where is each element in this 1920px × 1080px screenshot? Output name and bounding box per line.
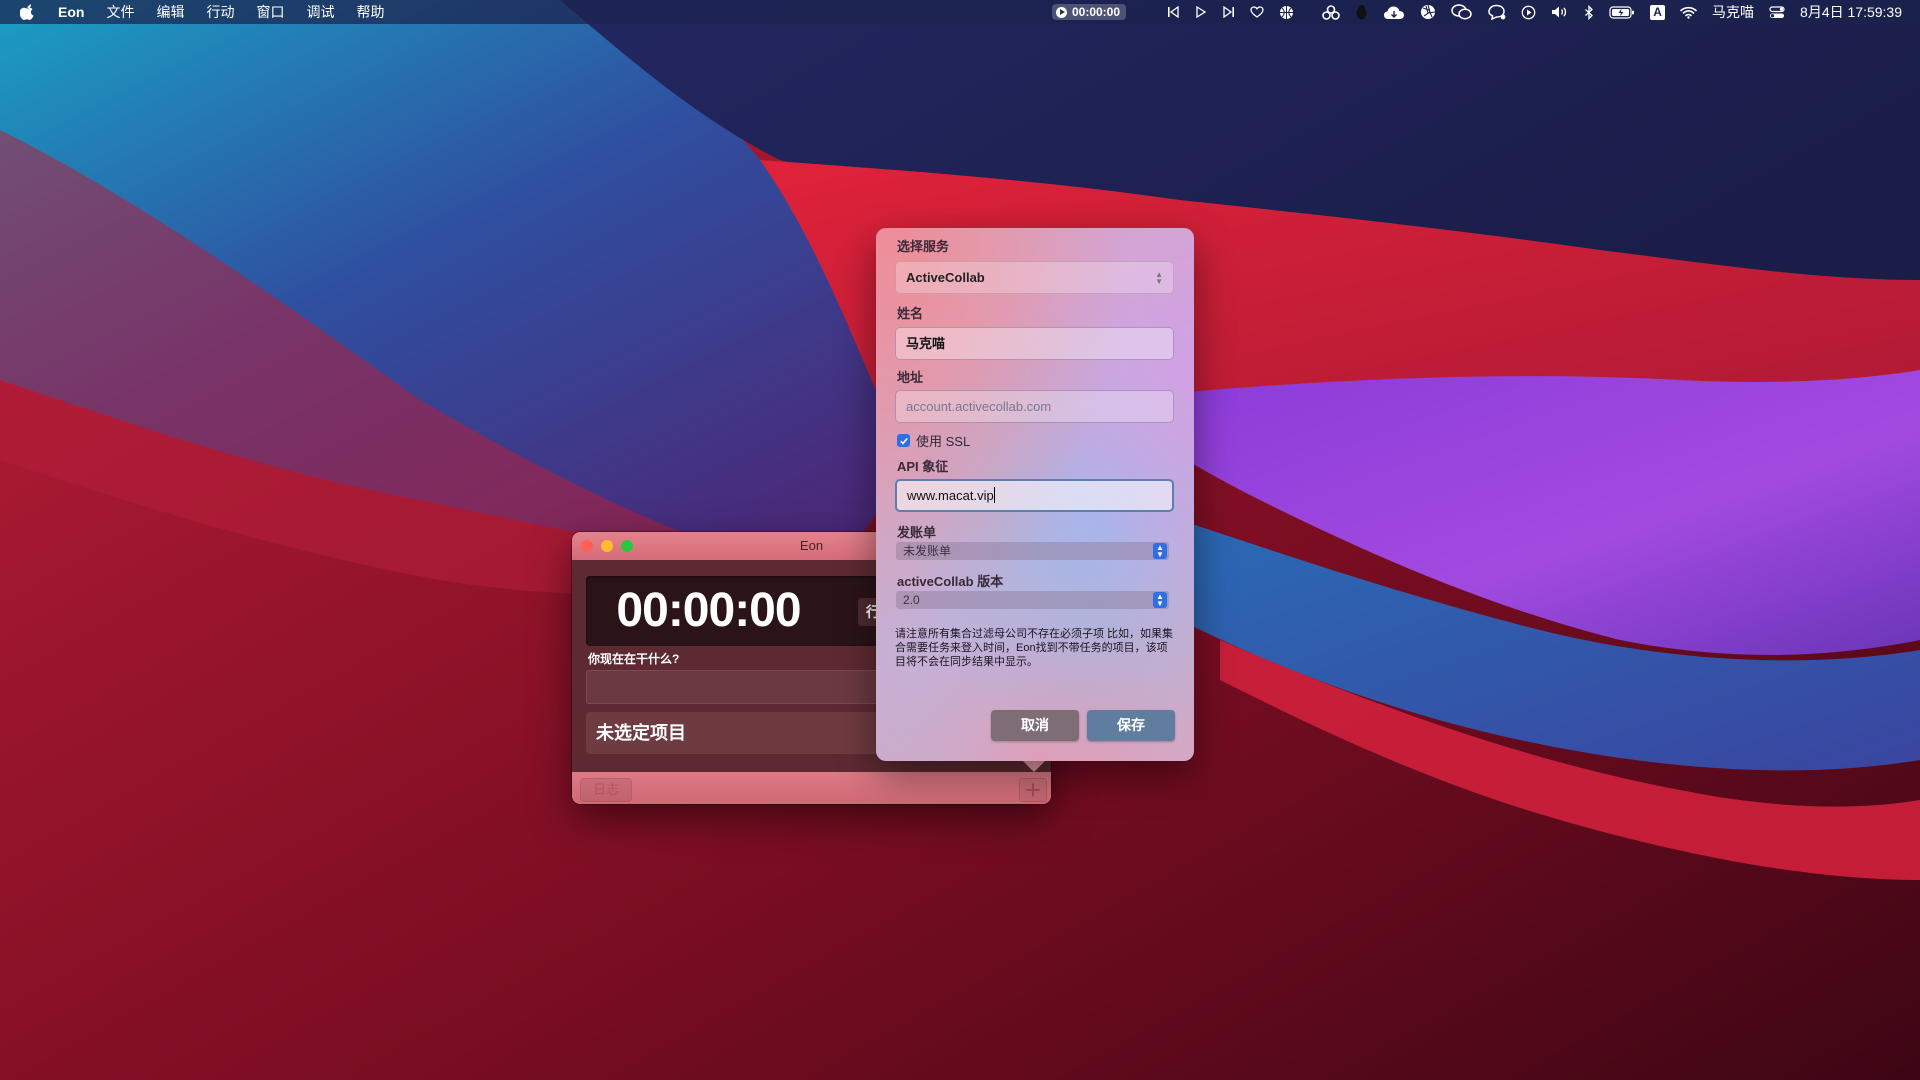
plus-icon: [1026, 783, 1040, 797]
volume-icon[interactable]: [1551, 5, 1569, 19]
penguin-icon[interactable]: [1355, 4, 1368, 20]
cluster-icon[interactable]: [1322, 4, 1340, 20]
menu-action[interactable]: 行动: [206, 2, 234, 22]
service-value: ActiveCollab: [906, 270, 985, 285]
activity-label: 你现在在干什么?: [588, 652, 680, 666]
service-settings-popover: 选择服务 ActiveCollab ▲ ▼ 姓名 马克喵 地址 account.a…: [876, 228, 1194, 761]
service-select[interactable]: ActiveCollab ▲ ▼: [895, 261, 1174, 294]
menubar-timer[interactable]: 00:00:00: [1051, 4, 1127, 20]
address-field[interactable]: account.activecollab.com: [895, 390, 1174, 423]
menu-app-name[interactable]: Eon: [58, 4, 84, 20]
desktop: Eon 文件 编辑 行动 窗口 调试 帮助 00:00:00 A 马克喵 8月4…: [0, 0, 1920, 1080]
apple-logo-icon[interactable]: [20, 3, 36, 21]
chat-bubble-icon[interactable]: [1487, 4, 1506, 20]
aperture-icon[interactable]: [1420, 4, 1436, 20]
menu-window[interactable]: 窗口: [256, 2, 284, 22]
add-button[interactable]: [1019, 778, 1047, 802]
version-select[interactable]: 2.0 ▲ ▼: [896, 591, 1169, 609]
api-token-label: API 象征: [897, 459, 949, 474]
bluetooth-icon[interactable]: [1584, 4, 1594, 20]
project-label: 未选定项目: [596, 723, 686, 743]
menubar-clock[interactable]: 8月4日 17:59:39: [1800, 2, 1902, 22]
eon-footer: 日志: [572, 772, 1051, 804]
heart-icon[interactable]: [1250, 6, 1264, 18]
basketball-icon[interactable]: [1279, 5, 1294, 20]
log-button[interactable]: 日志: [580, 778, 632, 802]
menubar-timer-text: 00:00:00: [1071, 5, 1121, 19]
cancel-button[interactable]: 取消: [991, 710, 1079, 741]
menu-debug[interactable]: 调试: [306, 2, 334, 22]
save-button[interactable]: 保存: [1087, 710, 1175, 741]
name-field[interactable]: 马克喵: [895, 327, 1174, 360]
wifi-icon[interactable]: [1680, 6, 1697, 19]
wechat-icon[interactable]: [1451, 4, 1472, 20]
previous-track-icon[interactable]: [1167, 6, 1180, 18]
address-label: 地址: [897, 370, 924, 385]
input-source-letter: A: [1650, 4, 1666, 20]
ssl-option[interactable]: 使用 SSL: [897, 431, 970, 450]
ssl-label: 使用 SSL: [916, 434, 971, 449]
timer-play-icon: [1055, 6, 1067, 18]
checkmark-icon: [899, 437, 908, 445]
version-value: 2.0: [903, 593, 920, 607]
control-center-icon[interactable]: [1769, 5, 1785, 19]
text-caret: [993, 487, 995, 503]
menu-file[interactable]: 文件: [106, 2, 134, 22]
name-label: 姓名: [897, 306, 924, 321]
chevron-up-down-icon: ▲ ▼: [1155, 270, 1163, 286]
menu-help[interactable]: 帮助: [356, 2, 384, 22]
menu-bar: Eon 文件 编辑 行动 窗口 调试 帮助 00:00:00 A 马克喵 8月4…: [0, 0, 1920, 24]
battery-icon[interactable]: [1609, 5, 1635, 19]
billing-select[interactable]: 未发账单 ▲ ▼: [896, 542, 1169, 560]
sync-note: 请注意所有集合过滤母公司不存在必须子项 比如，如果集合需要任务来登入时间，Eon…: [895, 628, 1174, 668]
next-track-icon[interactable]: [1222, 6, 1235, 18]
input-source-icon[interactable]: A: [1650, 4, 1666, 20]
service-label: 选择服务: [897, 239, 950, 254]
ssl-checkbox[interactable]: [897, 434, 910, 447]
timer-display: 00:00:00: [616, 584, 801, 637]
stepper-icon: ▲ ▼: [1153, 592, 1167, 608]
billing-label: 发账单: [897, 525, 937, 540]
menu-edit[interactable]: 编辑: [156, 2, 184, 22]
cloud-icon[interactable]: [1383, 5, 1405, 20]
play-icon[interactable]: [1195, 6, 1207, 18]
version-label: activeCollab 版本: [897, 574, 1004, 589]
billing-value: 未发账单: [903, 544, 952, 558]
popover-arrow: [1022, 760, 1046, 772]
play-circle-icon[interactable]: [1521, 5, 1536, 20]
api-token-value: www.macat.vip: [907, 488, 994, 503]
menubar-user-name[interactable]: 马克喵: [1712, 2, 1754, 22]
stepper-icon: ▲ ▼: [1153, 543, 1167, 559]
api-token-field[interactable]: www.macat.vip: [895, 479, 1174, 512]
